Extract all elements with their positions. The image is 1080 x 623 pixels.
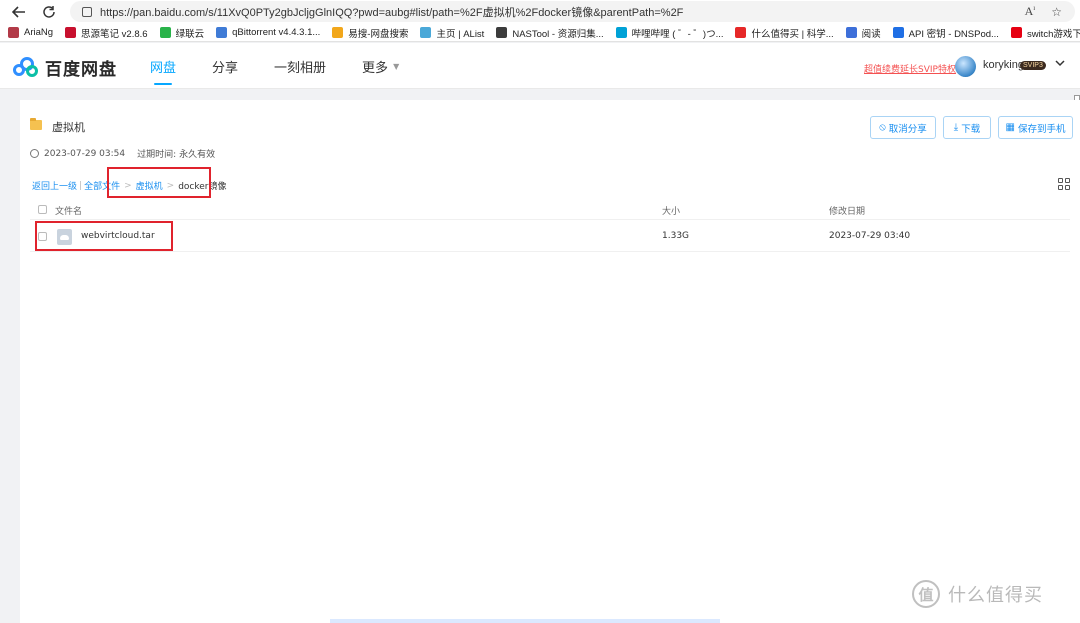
vip-badge: SVIP3 <box>1020 61 1046 70</box>
share-panel: 虚拟机 2023-07-29 03:54 过期时间: 永久有效 ⦸ 取消分享 ⤓ 下… <box>20 100 1080 623</box>
bookmark-label: switch游戏下载_swi... <box>1026 28 1080 40</box>
bookmark-label: 主页 | AList <box>436 28 485 40</box>
favorite-star-icon[interactable]: ☆ <box>1051 5 1062 19</box>
bookmark-item[interactable]: NASTool - 资源归集... <box>496 26 604 40</box>
download-icon: ⤓ <box>953 122 959 133</box>
bookmark-favicon-icon <box>159 27 171 38</box>
bookmark-favicon-icon <box>615 27 627 38</box>
bookmark-label: 哔哩哔哩 ( ゜- ゜)つ... <box>631 28 724 40</box>
bookmark-favicon-icon <box>1010 27 1022 38</box>
refresh-icon[interactable] <box>38 1 60 23</box>
bookmark-item[interactable]: API 密钥 - DNSPod... <box>892 26 999 40</box>
share-time: 2023-07-29 03:54 <box>44 148 126 159</box>
breadcrumb: 返回上一级 | 全部文件 > 虚拟机 > docker镜像 <box>32 179 227 193</box>
bookmark-favicon-icon <box>216 27 228 38</box>
nav-share[interactable]: 分享 <box>212 43 238 89</box>
nav-more[interactable]: 更多 ▼ <box>362 43 399 89</box>
breadcrumb-all-files[interactable]: 全部文件 <box>84 179 120 192</box>
file-size: 1.33G <box>662 231 690 241</box>
bookmarks-bar: AriaNg 思源笔记 v2.8.6 绿联云 qBittorrent v4.4.3.1… <box>0 24 1080 42</box>
bookmark-item[interactable]: 主页 | AList <box>420 26 484 40</box>
avatar[interactable] <box>955 56 976 77</box>
bookmark-label: qBittorrent v4.4.3.1... <box>232 27 321 38</box>
browser-toolbar: https://pan.baidu.com/s/11XvQ0PTy2gbJclj… <box>0 0 1080 24</box>
col-modified[interactable]: 修改日期 <box>829 204 865 217</box>
watermark: 值 什么值得买 <box>912 580 1043 608</box>
bottom-bar <box>330 619 720 623</box>
breadcrumb-vm[interactable]: 虚拟机 <box>136 179 163 192</box>
lock-icon <box>82 6 92 17</box>
svip-promo-link[interactable]: 超值续费延长SVIP特权 <box>864 62 956 75</box>
grid-view-icon[interactable] <box>1058 178 1070 190</box>
bookmark-label: 什么值得买 | 科学... <box>751 28 834 40</box>
address-bar[interactable]: https://pan.baidu.com/s/11XvQ0PTy2gbJclj… <box>70 1 1075 22</box>
bookmark-item[interactable]: 绿联云 <box>159 26 205 40</box>
bookmark-favicon-icon <box>892 27 904 38</box>
bookmark-label: 易搜-网盘搜索 <box>348 28 409 40</box>
nav-album[interactable]: 一刻相册 <box>274 43 326 89</box>
bookmark-item[interactable]: 哔哩哔哩 ( ゜- ゜)つ... <box>615 26 724 40</box>
read-aloud-icon[interactable]: Aı <box>1025 4 1036 19</box>
cloud-logo-icon <box>13 56 40 79</box>
bookmark-item[interactable]: 什么值得买 | 科学... <box>735 26 834 40</box>
bookmark-label: AriaNg <box>24 27 54 38</box>
watermark-logo: 值 <box>912 580 940 608</box>
bookmark-favicon-icon <box>332 27 344 38</box>
share-folder-title: 虚拟机 <box>52 121 85 134</box>
expire-label: 过期时间: <box>137 150 177 160</box>
cancel-icon: ⦸ <box>879 122 886 133</box>
bookmark-favicon-icon <box>8 27 19 38</box>
breadcrumb-current: docker镜像 <box>178 182 227 192</box>
username[interactable]: koryking <box>983 59 1024 71</box>
logo-text: 百度网盘 <box>45 60 117 80</box>
nav-netdisk[interactable]: 网盘 <box>150 43 176 89</box>
bookmark-label: 思源笔记 v2.8.6 <box>81 28 148 40</box>
baidu-pan-logo[interactable]: 百度网盘 <box>13 55 117 80</box>
bookmark-item[interactable]: 阅读 <box>845 26 881 40</box>
breadcrumb-sep: > <box>124 180 132 191</box>
bookmark-item[interactable]: qBittorrent v4.4.3.1... <box>216 27 320 38</box>
clock-icon <box>30 149 39 158</box>
table-row[interactable]: webvirtcloud.tar 1.33G 2023-07-29 03:40 <box>30 222 1070 252</box>
folder-icon <box>30 118 42 130</box>
bookmark-label: NASTool - 资源归集... <box>512 28 604 40</box>
col-filename[interactable]: 文件名 <box>55 204 82 217</box>
archive-file-icon <box>57 229 72 245</box>
select-all-checkbox[interactable] <box>38 205 47 214</box>
bookmark-item[interactable]: 易搜-网盘搜索 <box>332 26 408 40</box>
table-header: 文件名 大小 修改日期 <box>30 200 1070 220</box>
bookmark-favicon-icon <box>845 27 857 38</box>
col-size[interactable]: 大小 <box>662 204 680 217</box>
breadcrumb-sep: > <box>166 180 175 191</box>
watermark-text: 什么值得买 <box>948 585 1043 606</box>
main-nav: 网盘 分享 一刻相册 更多 ▼ <box>150 43 435 89</box>
caret-down-icon: ▼ <box>393 61 400 71</box>
bookmark-item[interactable]: AriaNg <box>8 27 53 38</box>
bookmark-item[interactable]: 思源笔记 v2.8.6 <box>65 26 148 40</box>
expire-value: 永久有效 <box>179 150 216 160</box>
breadcrumb-bar: | <box>79 180 83 191</box>
share-meta: 2023-07-29 03:54 过期时间: 永久有效 <box>30 147 215 160</box>
save-to-phone-button[interactable]: ▦ 保存到手机 <box>998 116 1073 139</box>
bookmark-item[interactable]: switch游戏下载_swi... <box>1010 26 1080 40</box>
save-phone-icon: ▦ <box>1005 122 1015 133</box>
bookmark-favicon-icon <box>496 27 508 38</box>
download-button[interactable]: ⤓ 下载 <box>943 116 991 139</box>
file-name[interactable]: webvirtcloud.tar <box>81 231 155 241</box>
row-checkbox[interactable] <box>38 232 47 241</box>
breadcrumb-back[interactable]: 返回上一级 <box>32 179 77 192</box>
bookmark-label: 绿联云 <box>175 28 205 40</box>
bookmark-favicon-icon <box>420 27 432 38</box>
url-text: https://pan.baidu.com/s/11XvQ0PTy2gbJclj… <box>100 6 684 19</box>
bookmark-label: 阅读 <box>861 28 881 40</box>
cancel-share-button[interactable]: ⦸ 取消分享 <box>870 116 936 139</box>
bookmark-favicon-icon <box>735 27 747 38</box>
user-chevron-icon[interactable] <box>1055 57 1065 70</box>
app-header: 百度网盘 网盘 分享 一刻相册 更多 ▼ 超值续费延长SVIP特权 korykin… <box>0 43 1080 117</box>
file-modified: 2023-07-29 03:40 <box>829 231 911 241</box>
back-arrow-icon[interactable] <box>8 1 30 23</box>
bookmark-label: API 密钥 - DNSPod... <box>908 28 999 40</box>
bookmark-favicon-icon <box>65 27 77 38</box>
